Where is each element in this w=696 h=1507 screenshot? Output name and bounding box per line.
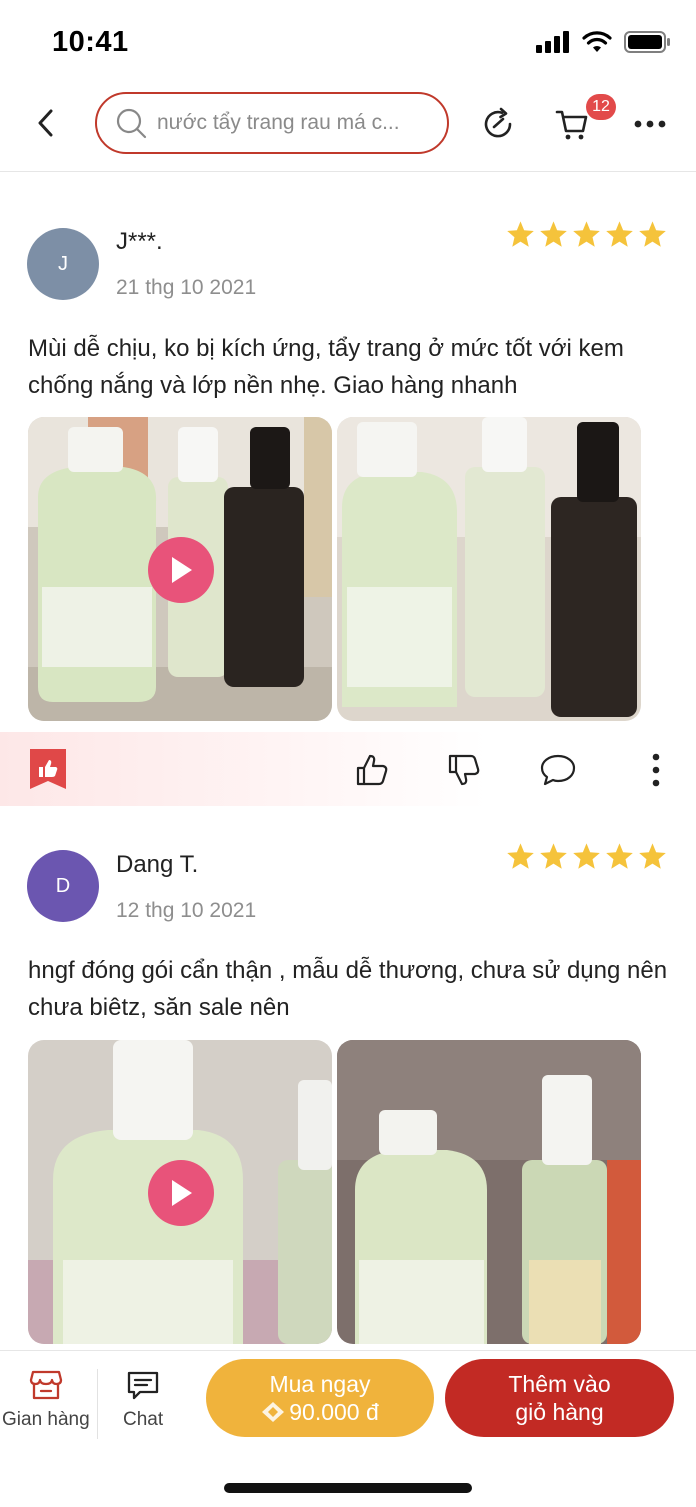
review-action-bar xyxy=(0,732,696,806)
review-video-thumbnail[interactable] xyxy=(28,417,332,721)
buy-now-button[interactable]: Mua ngay 90.000 đ xyxy=(206,1359,434,1437)
dislike-button[interactable] xyxy=(444,750,484,790)
star-icon xyxy=(573,843,600,869)
thumbs-down-icon xyxy=(448,754,480,786)
star-icon xyxy=(540,221,567,247)
review-photo-thumbnail[interactable] xyxy=(337,1040,641,1344)
review-video-thumbnail[interactable] xyxy=(28,1040,332,1344)
home-indicator xyxy=(224,1483,472,1493)
shop-button[interactable]: Gian hàng xyxy=(2,1369,90,1431)
play-button[interactable] xyxy=(148,1160,214,1226)
reviewer-name: Dang T. xyxy=(116,851,199,878)
star-icon xyxy=(507,221,534,247)
play-button[interactable] xyxy=(148,537,214,603)
comment-button[interactable] xyxy=(538,750,578,790)
star-icon xyxy=(639,221,666,247)
search-icon xyxy=(116,108,147,139)
signal-icon xyxy=(536,31,569,53)
battery-icon xyxy=(624,31,670,53)
play-icon xyxy=(172,557,192,583)
back-button[interactable] xyxy=(28,106,62,140)
buy-now-label: Mua ngay xyxy=(269,1371,371,1397)
review-photo-thumbnail[interactable] xyxy=(337,417,641,721)
review-text: Mùi dễ chịu, ko bị kích ứng, tẩy trang ở… xyxy=(28,335,624,399)
status-icons xyxy=(536,30,672,54)
helpful-badge xyxy=(27,746,69,792)
share-button[interactable] xyxy=(478,104,518,144)
status-time: 10:41 xyxy=(52,26,129,58)
add-to-cart-button[interactable]: Thêm vào giỏ hàng xyxy=(445,1359,674,1437)
avatar[interactable]: D xyxy=(27,850,99,922)
avatar[interactable]: J xyxy=(27,228,99,300)
chat-icon xyxy=(127,1371,159,1400)
shop-label: Gian hàng xyxy=(2,1409,90,1430)
product-bottles-image xyxy=(337,417,641,721)
more-options-button[interactable] xyxy=(636,750,676,790)
chat-button[interactable]: Chat xyxy=(123,1369,163,1431)
star-rating xyxy=(506,220,667,248)
coin-diamond-icon xyxy=(262,1402,285,1422)
search-input[interactable]: nước tẩy trang rau má c... xyxy=(95,92,449,154)
play-icon xyxy=(172,1180,192,1206)
review-date: 12 thg 10 2021 xyxy=(116,899,257,922)
product-bottles-image xyxy=(337,1040,641,1344)
bottom-action-bar: Gian hàng Chat Mua ngay 90.000 đ Thêm và… xyxy=(0,1350,696,1507)
buy-now-price: 90.000 đ xyxy=(289,1399,379,1425)
more-vertical-icon xyxy=(652,753,660,787)
refresh-share-icon xyxy=(484,107,512,138)
more-menu-button[interactable] xyxy=(630,104,670,144)
star-icon xyxy=(573,221,600,247)
wifi-icon xyxy=(582,31,612,52)
thumbs-up-badge-icon xyxy=(30,749,66,789)
star-icon xyxy=(606,221,633,247)
like-button[interactable] xyxy=(352,750,392,790)
star-icon xyxy=(639,843,666,869)
comment-icon xyxy=(540,754,576,786)
divider xyxy=(97,1369,98,1439)
chevron-left-icon xyxy=(38,109,53,137)
add-to-cart-label-line1: Thêm vào xyxy=(508,1371,611,1397)
status-bar: 10:41 xyxy=(0,0,696,84)
star-icon xyxy=(540,843,567,869)
search-placeholder: nước tẩy trang rau má c... xyxy=(157,111,400,134)
more-horizontal-icon xyxy=(634,120,666,128)
chat-label: Chat xyxy=(123,1409,164,1430)
cart-icon xyxy=(555,110,588,140)
thumbs-up-icon xyxy=(356,754,388,786)
cart-count-badge: 12 xyxy=(586,94,616,120)
review-text: hngf đóng gói cẩn thận , mẫu dễ thương, … xyxy=(28,957,668,1021)
top-nav: nước tẩy trang rau má c... 12 xyxy=(0,84,696,172)
add-to-cart-label-line2: giỏ hàng xyxy=(515,1399,604,1425)
star-icon xyxy=(507,843,534,869)
reviewer-name: J***. xyxy=(116,228,163,255)
review-date: 21 thg 10 2021 xyxy=(116,276,257,299)
star-rating xyxy=(506,842,667,870)
star-icon xyxy=(606,843,633,869)
buy-now-price-row: 90.000 đ xyxy=(261,1398,379,1426)
store-icon xyxy=(29,1370,62,1400)
